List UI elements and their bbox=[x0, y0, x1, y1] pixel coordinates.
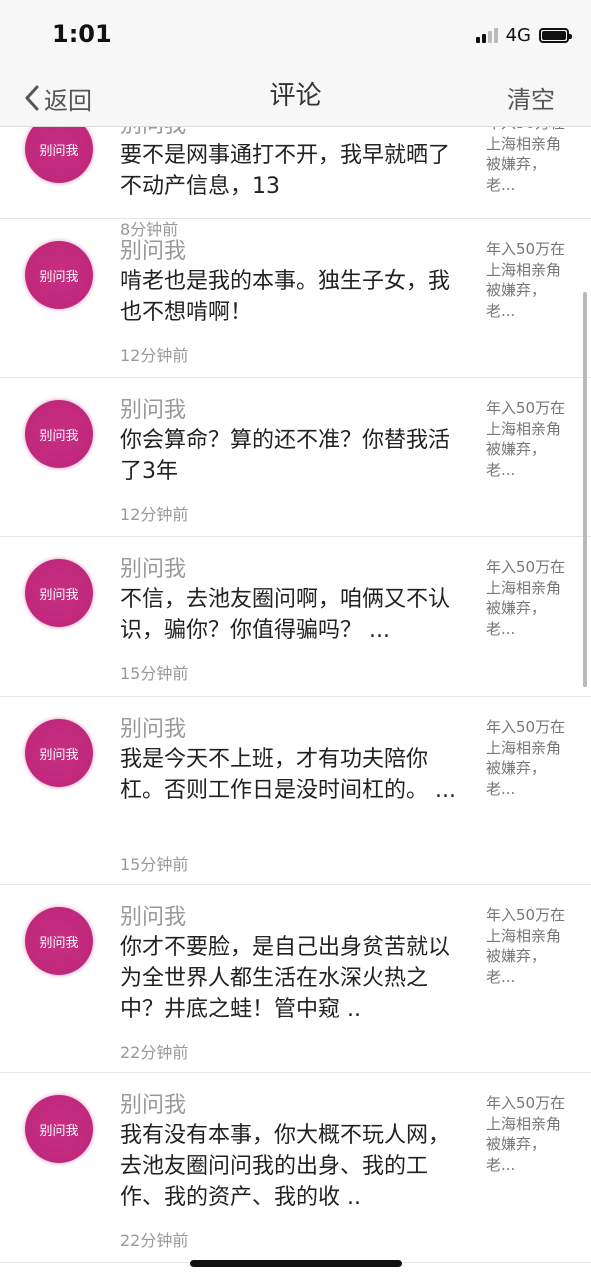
comment-timestamp: 22分钟前 bbox=[120, 1231, 189, 1250]
comment-username[interactable]: 别问我 bbox=[120, 551, 186, 583]
signal-icon bbox=[475, 27, 498, 43]
comment-username[interactable]: 别问我 bbox=[120, 392, 186, 424]
comment-text: 你会算命？算的还不准？你替我活了3年 bbox=[120, 428, 451, 484]
comment-timestamp: 12分钟前 bbox=[120, 346, 189, 365]
comment-username[interactable]: 别问我 bbox=[120, 711, 186, 743]
comment-item[interactable]: 别问我 别问我 我有没有本事，你大概不玩人网，去池友圈问问我的出身、我的工作、我的资… bbox=[0, 1073, 591, 1263]
avatar[interactable]: 别问我 bbox=[25, 907, 93, 975]
comment-timestamp: 12分钟前 bbox=[120, 505, 189, 524]
avatar[interactable]: 别问我 bbox=[25, 559, 93, 627]
network-label: 4G bbox=[505, 24, 531, 46]
article-title-link[interactable]: 年入50万在上海相亲角被嫌弃，老... bbox=[486, 557, 568, 639]
comment-item[interactable]: 别问我 别问我 我是今天不上班，才有功夫陪你杠。否则工作日是没时间杠的。 ... 15… bbox=[0, 697, 591, 885]
comment-text: 啃老也是我的本事。独生子女，我也不想啃啊！ bbox=[120, 269, 451, 325]
avatar[interactable]: 别问我 bbox=[25, 1095, 93, 1163]
comment-list[interactable]: 别问我别问我要不是网事通打不开，我早就晒了不动产信息，138分钟前年入50万在上… bbox=[0, 127, 591, 1279]
status-bar: 1:01 4G bbox=[0, 0, 591, 70]
avatar[interactable]: 别问我 bbox=[25, 719, 93, 787]
comment-item[interactable]: 别问我别问我要不是网事通打不开，我早就晒了不动产信息，138分钟前年入50万在上… bbox=[0, 127, 591, 239]
article-title-link[interactable]: 年入50万在上海相亲角被嫌弃，老... bbox=[486, 239, 568, 321]
comment-item[interactable]: 别问我 别问我 不信，去池友圈问啊，咱俩又不认识，骗你？你值得骗吗？ ... 15分钟… bbox=[0, 537, 591, 697]
nav-bar: 返回 评论 清空 bbox=[0, 70, 591, 127]
avatar[interactable]: 别问我 bbox=[25, 127, 93, 183]
article-title-link[interactable]: 年入50万在上海相亲角被嫌弃，老... bbox=[486, 398, 568, 480]
avatar[interactable]: 别问我 bbox=[25, 400, 93, 468]
comment-list-content: 别问我别问我要不是网事通打不开，我早就晒了不动产信息，138分钟前年入50万在上… bbox=[0, 127, 591, 1263]
comment-username[interactable]: 别问我 bbox=[120, 899, 186, 931]
comment-text: 我有没有本事，你大概不玩人网，去池友圈问问我的出身、我的工作、我的资产、我的收 … bbox=[120, 1123, 451, 1210]
comment-text: 我是今天不上班，才有功夫陪你杠。否则工作日是没时间杠的。 ... bbox=[120, 747, 456, 803]
comment-text: 要不是网事通打不开，我早就晒了不动产信息，13 bbox=[120, 143, 451, 199]
clear-button[interactable]: 清空 bbox=[507, 80, 555, 115]
comment-timestamp: 15分钟前 bbox=[120, 855, 189, 874]
comment-username[interactable]: 别问我 bbox=[120, 233, 186, 265]
article-title-link[interactable]: 年入50万在上海相亲角被嫌弃，老... bbox=[486, 1093, 568, 1175]
comment-timestamp: 22分钟前 bbox=[120, 1043, 189, 1062]
comment-text: 不信，去池友圈问啊，咱俩又不认识，骗你？你值得骗吗？ ... bbox=[120, 587, 451, 643]
comment-username[interactable]: 别问我 bbox=[120, 1087, 186, 1119]
page-title: 评论 bbox=[269, 81, 322, 111]
article-title-link[interactable]: 年入50万在上海相亲角被嫌弃，老... bbox=[486, 717, 568, 799]
comment-item[interactable]: 别问我 别问我 啃老也是我的本事。独生子女，我也不想啃啊！ 12分钟前 年入50万在上海… bbox=[0, 219, 591, 378]
scrollbar[interactable] bbox=[583, 292, 587, 687]
article-title-link[interactable]: 年入50万在上海相亲角被嫌弃，老... bbox=[486, 905, 568, 987]
comment-item[interactable]: 别问我 别问我 你会算命？算的还不准？你替我活了3年 12分钟前 年入50万在上海相亲角… bbox=[0, 378, 591, 537]
home-indicator[interactable] bbox=[190, 1260, 402, 1267]
battery-icon bbox=[539, 27, 572, 43]
avatar[interactable]: 别问我 bbox=[25, 241, 93, 309]
status-time: 1:01 bbox=[52, 20, 112, 48]
article-title-link[interactable]: 年入50万在上海相亲角被嫌弃，老... bbox=[486, 127, 568, 195]
comment-text: 你才不要脸，是自己出身贫苦就以为全世界人都生活在水深火热之中？井底之蛙！管中窥 … bbox=[120, 935, 451, 1022]
comment-username[interactable]: 别问我 bbox=[120, 127, 186, 139]
comment-item[interactable]: 别问我 别问我 你才不要脸，是自己出身贫苦就以为全世界人都生活在水深火热之中？井底之… bbox=[0, 885, 591, 1073]
comment-timestamp: 15分钟前 bbox=[120, 664, 189, 683]
status-indicators: 4G bbox=[475, 24, 572, 46]
